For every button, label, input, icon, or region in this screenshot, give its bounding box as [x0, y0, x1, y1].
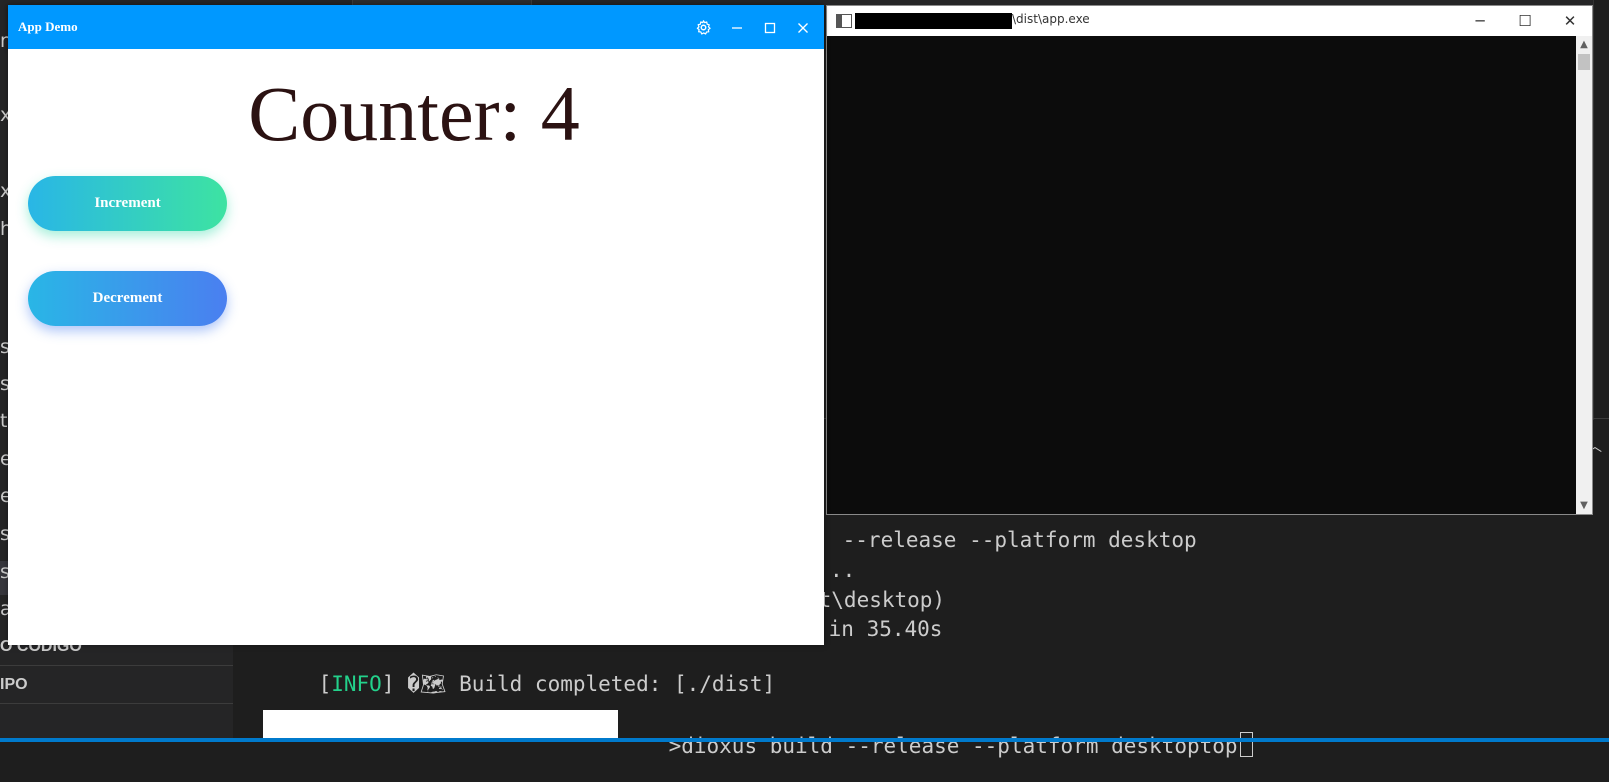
counter-display: Counter: 4	[248, 70, 580, 157]
console-maximize-button[interactable]: ☐	[1502, 6, 1548, 36]
console-minimize-button[interactable]: ─	[1457, 6, 1503, 36]
bracket-close: ]	[381, 672, 395, 696]
close-icon: ✕	[1563, 12, 1577, 30]
app-maximize-button[interactable]	[753, 5, 787, 49]
console-close-button[interactable]: ✕	[1547, 6, 1593, 36]
sidebar-fragment[interactable]: t	[0, 410, 7, 432]
app-titlebar[interactable]: App Demo	[8, 5, 824, 49]
console-window[interactable]: \dist\app.exe ─ ☐ ✕ ▲ ▼	[826, 5, 1593, 515]
info-text: Build completed: [./dist]	[459, 672, 776, 696]
app-minimize-button[interactable]	[720, 5, 754, 49]
minimize-icon	[732, 26, 742, 29]
redacted-console-path	[855, 13, 1012, 29]
scroll-up-arrow-icon[interactable]: ▲	[1576, 36, 1592, 53]
decrement-button[interactable]: Decrement	[28, 271, 227, 326]
app-demo-window[interactable]: App Demo Counter: 4 Increment Decrement	[8, 5, 824, 645]
app-title: App Demo	[18, 19, 78, 34]
terminal-line: --release --platform desktop	[830, 528, 1197, 552]
app-close-button[interactable]	[786, 5, 820, 49]
editor-minimap	[1593, 0, 1609, 420]
close-icon	[798, 22, 808, 33]
increment-button[interactable]: Increment	[28, 176, 227, 231]
info-tag: INFO	[331, 672, 382, 696]
console-title: \dist\app.exe	[1012, 12, 1090, 26]
map-glyph-icon: �🗺	[394, 672, 460, 696]
console-app-icon	[836, 14, 852, 28]
terminal-line: ..	[830, 558, 856, 582]
minimize-icon: ─	[1475, 12, 1485, 30]
console-scrollbar[interactable]: ▲ ▼	[1576, 36, 1592, 514]
settings-button[interactable]	[686, 5, 720, 49]
sidebar-section-header[interactable]: IPO	[0, 666, 233, 704]
console-output-area[interactable]	[827, 36, 1576, 514]
maximize-icon: ☐	[1518, 12, 1532, 30]
terminal-line: in 35.40s	[816, 617, 943, 641]
status-bar	[0, 738, 1609, 742]
redacted-prompt-path	[263, 710, 618, 738]
scrollbar-thumb[interactable]	[1578, 54, 1590, 70]
terminal-cursor	[1239, 732, 1253, 757]
bracket-open: [	[318, 672, 332, 696]
maximize-icon	[764, 22, 776, 33]
terminal-line: st\desktop)	[806, 588, 946, 612]
app-content: Counter: 4 Increment Decrement	[8, 49, 824, 645]
terminal-prompt-line[interactable]: >dioxus build --release --platform deskt…	[618, 708, 1253, 782]
console-titlebar[interactable]: \dist\app.exe ─ ☐ ✕	[827, 6, 1592, 36]
scroll-down-arrow-icon[interactable]: ▼	[1576, 497, 1592, 514]
gear-icon	[696, 20, 711, 35]
